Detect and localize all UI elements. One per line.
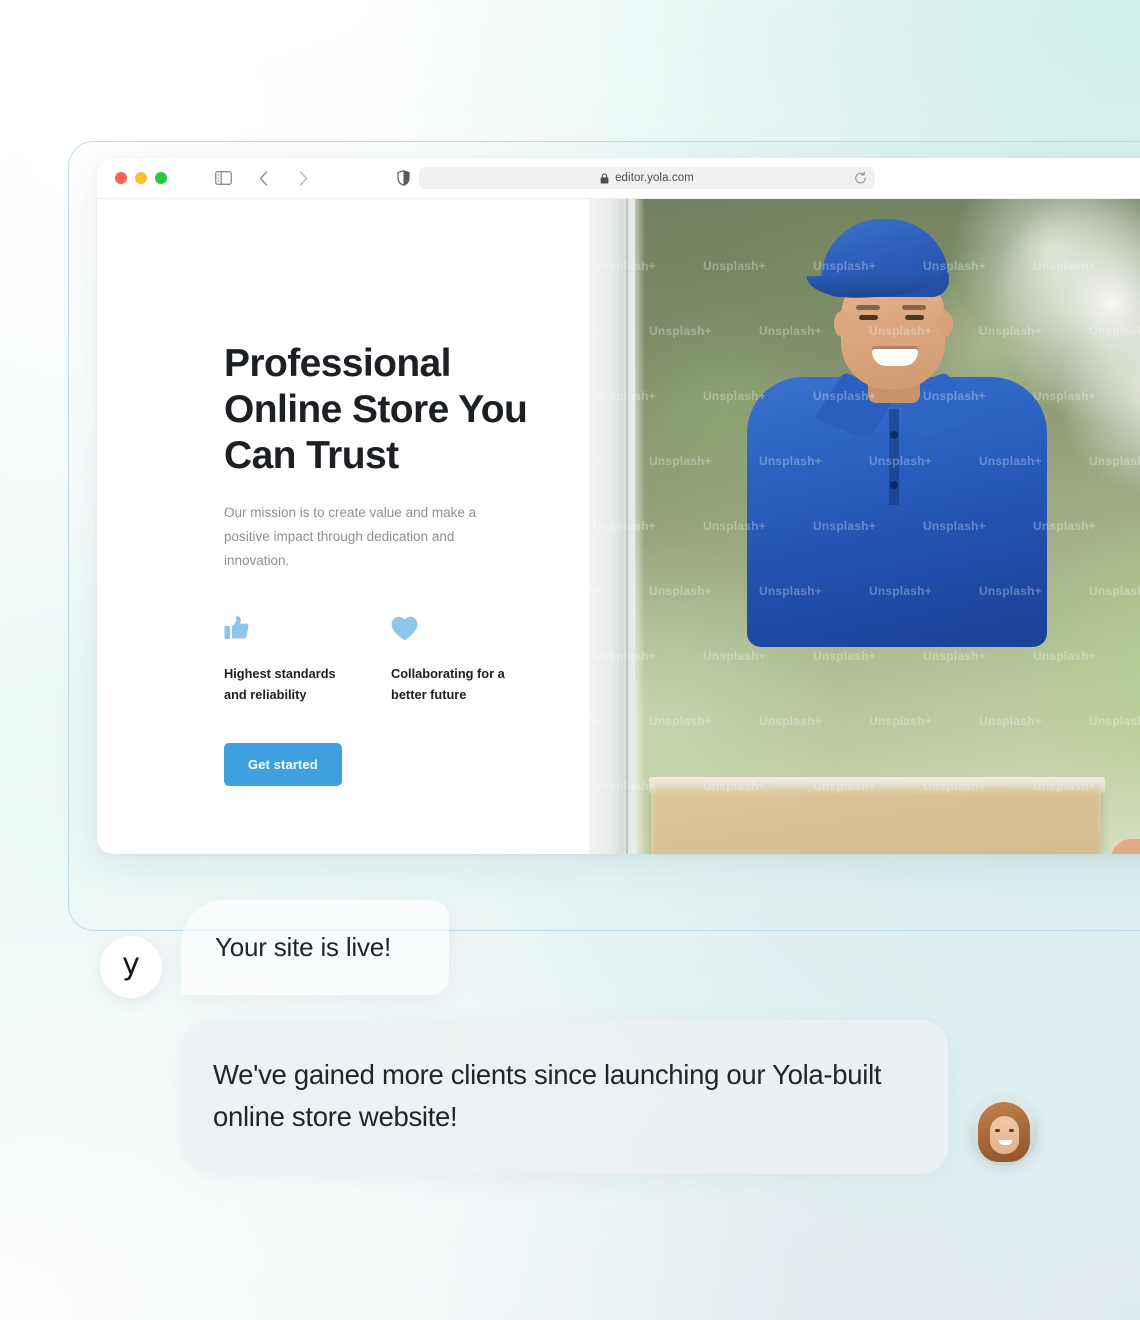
browser-toolbar: editor.yola.com	[97, 158, 1140, 199]
close-window-button[interactable]	[115, 172, 127, 184]
zoom-window-button[interactable]	[155, 172, 167, 184]
website-preview: Professional Online Store You Can Trust …	[97, 199, 1140, 854]
address-bar-container[interactable]: editor.yola.com	[419, 167, 875, 189]
address-bar-url: editor.yola.com	[615, 172, 694, 184]
chat-bubble-site-live: Your site is live!	[181, 900, 449, 995]
feature-label: Highest standards and reliability	[224, 666, 336, 702]
feature-item-collaboration: Collaborating for a better future	[391, 613, 521, 705]
page-root: editor.yola.com Professional Online Stor…	[0, 0, 1140, 1320]
minimize-window-button[interactable]	[135, 172, 147, 184]
sidebar-toggle-icon[interactable]	[213, 168, 233, 188]
reload-icon[interactable]	[854, 171, 867, 185]
chat-message-text: We've gained more clients since launchin…	[213, 1059, 882, 1132]
feature-label: Collaborating for a better future	[391, 666, 505, 702]
customer-photo-avatar	[970, 1098, 1038, 1166]
chat-message-row-2: We've gained more clients since launchin…	[180, 1020, 1038, 1174]
browser-nav-controls	[213, 168, 313, 188]
get-started-button[interactable]: Get started	[224, 743, 342, 786]
chat-message-row-1: y Your site is live!	[100, 900, 449, 998]
lock-icon	[600, 172, 609, 184]
page-title: Professional Online Store You Can Trust	[224, 342, 528, 477]
feature-list: Highest standards and reliability Collab…	[224, 613, 589, 705]
address-bar[interactable]: editor.yola.com	[419, 167, 875, 189]
cardboard-box	[651, 787, 1101, 854]
chat-bubble-testimonial: We've gained more clients since launchin…	[180, 1020, 948, 1174]
privacy-shield-icon[interactable]	[397, 170, 410, 186]
feature-item-standards: Highest standards and reliability	[224, 613, 354, 705]
heart-icon	[391, 613, 521, 641]
hero-subtext: Our mission is to create value and make …	[224, 505, 477, 568]
thumbs-up-icon	[224, 613, 354, 641]
chat-message-text: Your site is live!	[215, 932, 392, 962]
hero-image: Unsplash+ Unsplash+ Unsplash+ Unsplash+ …	[589, 199, 1140, 854]
delivery-man-figure	[589, 199, 1140, 854]
yola-logo-glyph: y	[122, 947, 140, 982]
hero-text-column: Professional Online Store You Can Trust …	[97, 199, 589, 854]
chevron-left-icon[interactable]	[253, 168, 273, 188]
browser-window: editor.yola.com Professional Online Stor…	[97, 158, 1140, 854]
window-traffic-lights[interactable]	[115, 172, 167, 184]
yola-logo-avatar: y	[100, 936, 162, 998]
chevron-right-icon[interactable]	[293, 168, 313, 188]
